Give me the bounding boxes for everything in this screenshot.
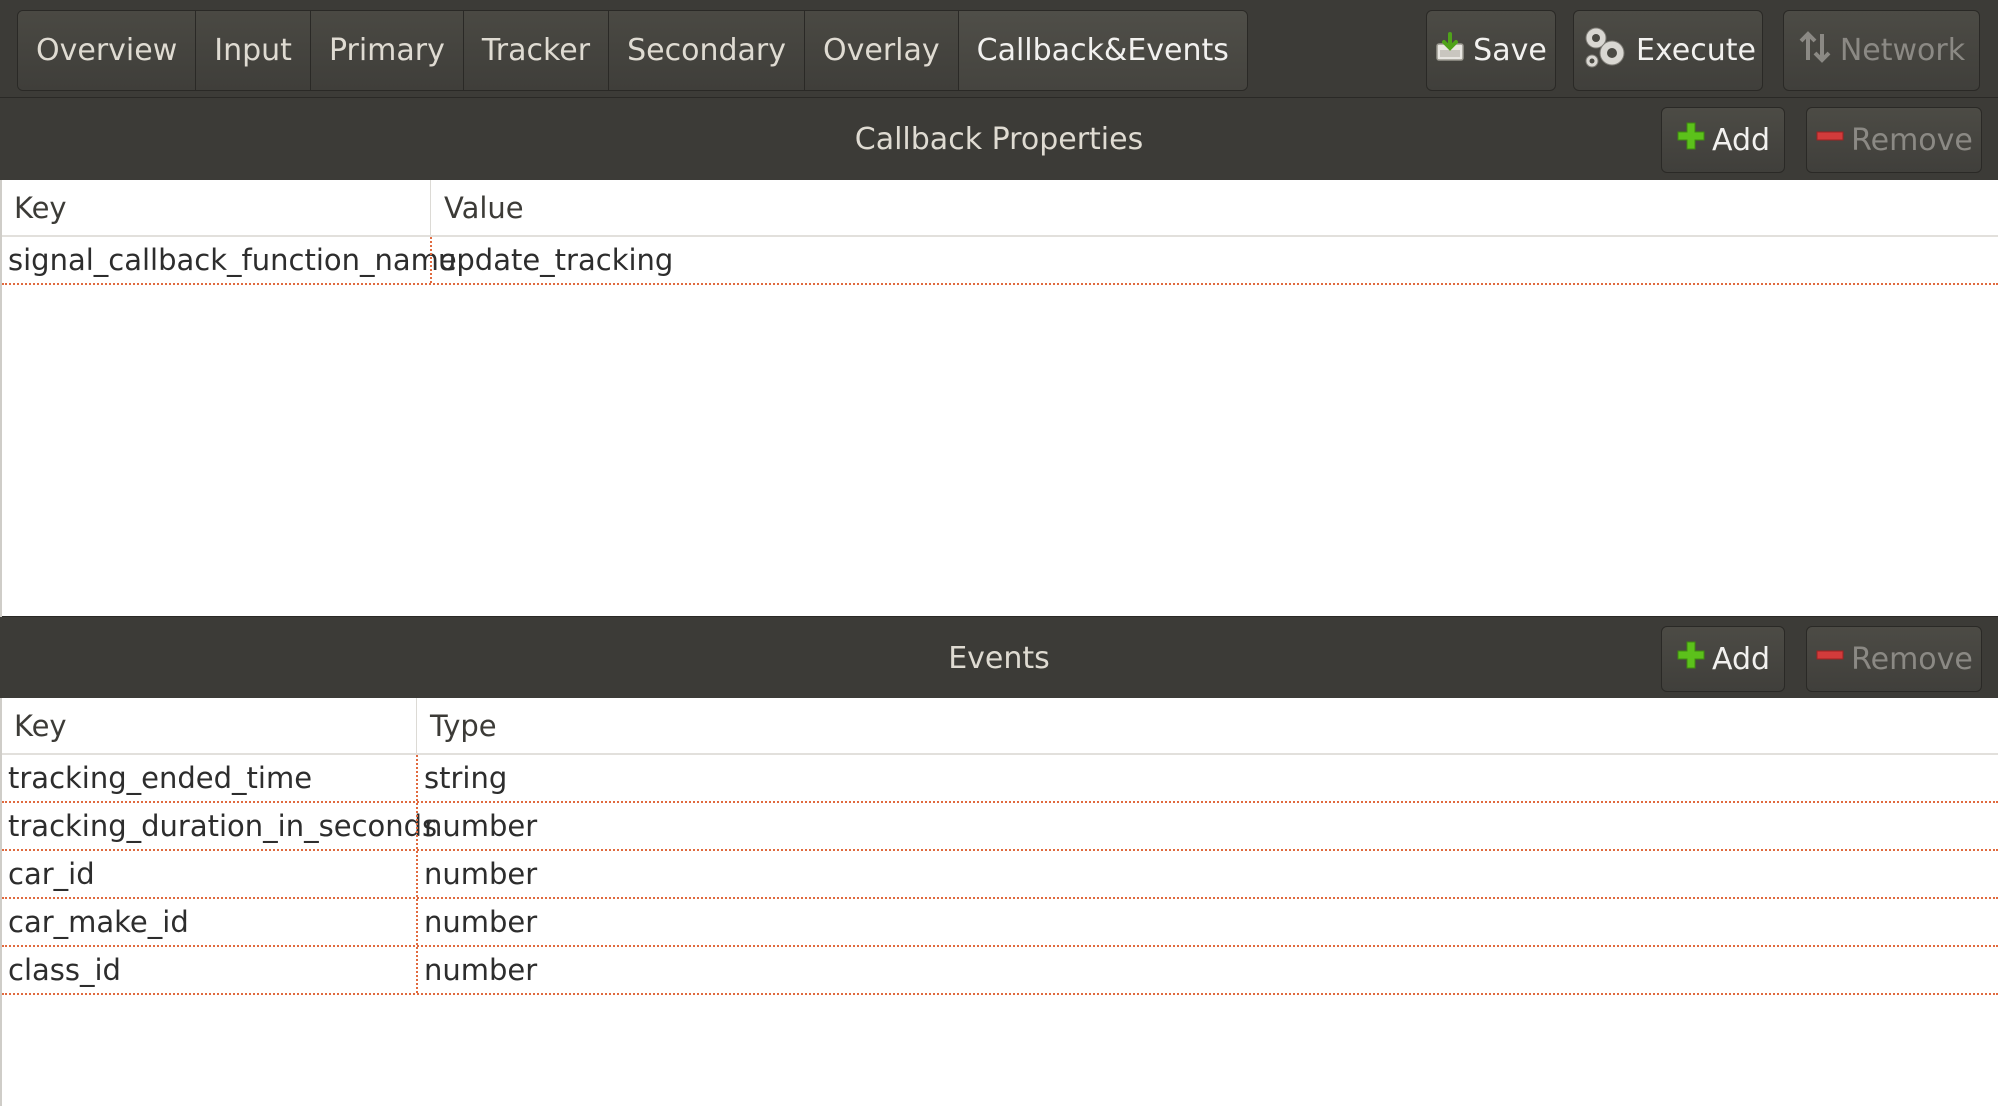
table-row[interactable]: signal_callback_function_name update_tra… [2,237,1998,285]
cell-divider [430,237,432,283]
events-add-button[interactable]: Add [1661,626,1785,692]
events-table-header: Key Type [2,698,1998,755]
row-key[interactable]: tracking_duration_in_seconds [8,803,437,849]
events-header: Events Add Remove [0,616,1998,699]
table-left-border [0,180,2,617]
minus-icon [1815,640,1845,678]
cell-divider [416,755,418,801]
column-header-key[interactable]: Key [2,180,67,235]
plus-icon [1676,121,1706,159]
table-row[interactable]: tracking_duration_in_seconds number [2,803,1998,851]
gears-icon [1580,23,1628,79]
row-type[interactable]: number [424,947,537,993]
table-row[interactable]: tracking_ended_time string [2,755,1998,803]
tab-primary[interactable]: Primary [310,11,464,90]
tab-bar: Overview Input Primary Tracker Secondary… [17,10,1248,91]
tab-overview[interactable]: Overview [18,11,197,90]
row-key[interactable]: tracking_ended_time [8,755,312,801]
table-row[interactable]: car_make_id number [2,899,1998,947]
callback-add-label: Add [1711,122,1771,158]
row-value[interactable]: update_tracking [438,237,673,283]
tab-callback-events[interactable]: Callback&Events [958,11,1247,90]
row-type[interactable]: number [424,851,537,897]
network-label: Network [1839,33,1966,68]
row-key[interactable]: signal_callback_function_name [8,237,457,283]
tab-overlay[interactable]: Overlay [805,11,959,90]
save-label: Save [1473,33,1547,68]
execute-button[interactable]: Execute [1573,10,1763,91]
row-key[interactable]: class_id [8,947,121,993]
column-header-value[interactable]: Value [432,180,524,235]
tab-tracker[interactable]: Tracker [463,11,610,90]
callback-add-button[interactable]: Add [1661,107,1785,173]
network-button[interactable]: Network [1783,10,1980,91]
minus-icon [1815,121,1845,159]
save-icon [1435,31,1465,70]
callback-properties-header: Callback Properties Add Remove [0,97,1998,180]
row-type[interactable]: number [424,803,537,849]
cell-divider [416,851,418,897]
table-row[interactable]: car_id number [2,851,1998,899]
callback-properties-table: Key Value signal_callback_function_name … [2,180,1998,617]
events-add-label: Add [1711,641,1771,677]
table-left-border [0,698,2,1106]
row-key[interactable]: car_make_id [8,899,189,945]
save-button[interactable]: Save [1426,10,1556,91]
tab-input[interactable]: Input [196,11,311,90]
transfer-arrows-icon [1798,30,1832,72]
events-remove-button[interactable]: Remove [1806,626,1982,692]
column-header-key[interactable]: Key [2,698,67,753]
tab-secondary[interactable]: Secondary [609,11,805,90]
cell-divider [416,899,418,945]
cell-divider [416,803,418,849]
table-row[interactable]: class_id number [2,947,1998,995]
callback-remove-label: Remove [1851,122,1973,158]
execute-label: Execute [1636,33,1756,68]
row-type[interactable]: string [424,755,507,801]
column-header-type[interactable]: Type [418,698,497,753]
cell-divider [416,947,418,993]
callback-table-header: Key Value [2,180,1998,237]
column-divider[interactable] [416,698,417,753]
main-toolbar: Overview Input Primary Tracker Secondary… [0,0,1998,97]
row-type[interactable]: number [424,899,537,945]
events-remove-label: Remove [1851,641,1973,677]
column-divider[interactable] [430,180,431,235]
plus-icon [1676,640,1706,678]
callback-remove-button[interactable]: Remove [1806,107,1982,173]
events-table: Key Type tracking_ended_time string trac… [2,698,1998,1106]
row-key[interactable]: car_id [8,851,95,897]
